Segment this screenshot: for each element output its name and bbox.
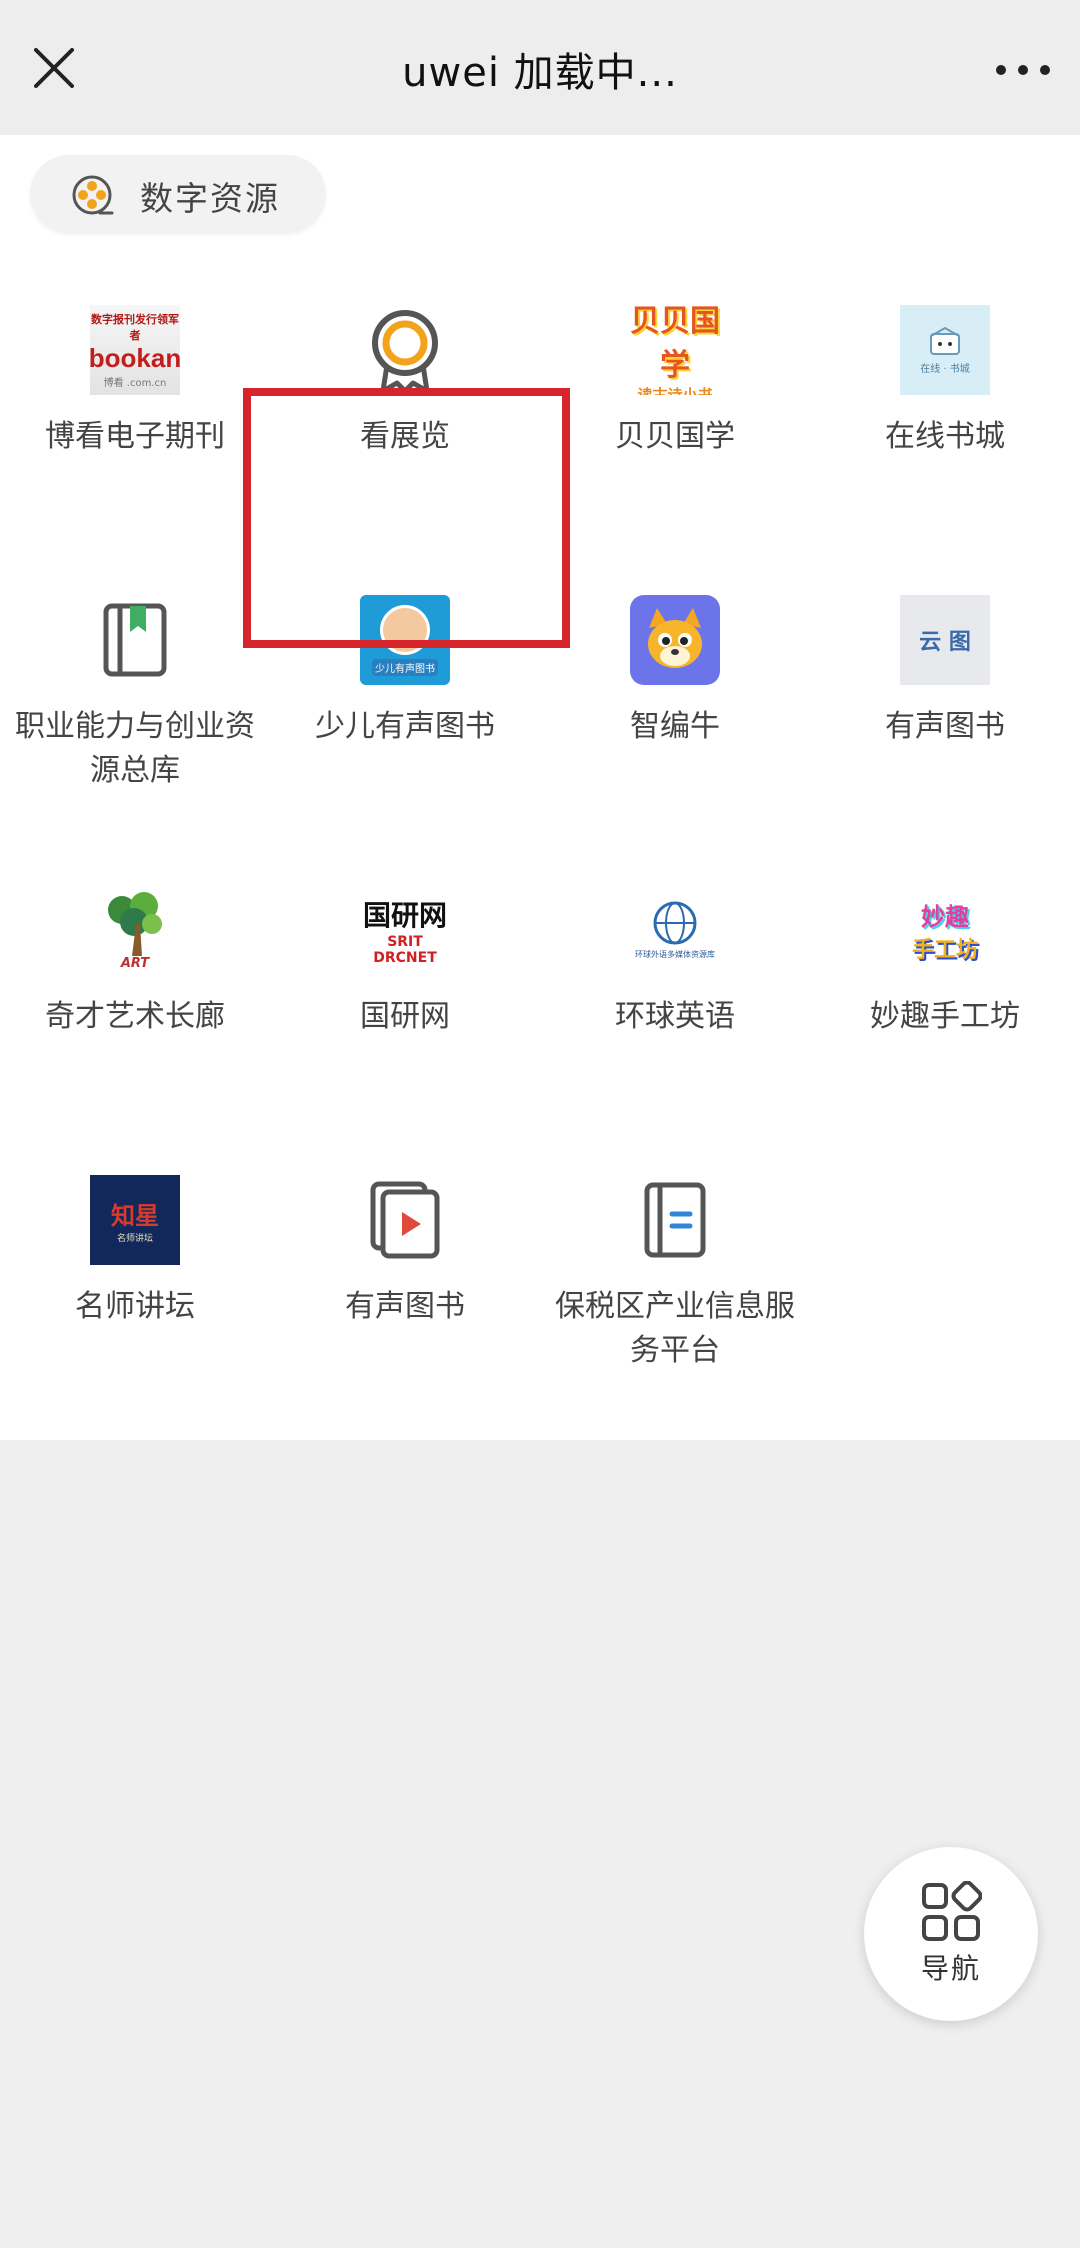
children-audiobooks-thumbnail: 少儿有声图书: [360, 595, 450, 685]
grid-item-label: 看展览: [360, 419, 450, 454]
grid-item-label: 职业能力与创业资源总库: [15, 709, 255, 788]
page-title: uwei 加载中...: [402, 50, 678, 96]
grid-item-label: 有声图书: [885, 709, 1005, 744]
thumb-sub: SRIT DRCNET: [373, 934, 437, 966]
guoyan-thumbnail: 国研网 SRIT DRCNET: [360, 885, 450, 975]
grid-item-children-audiobooks[interactable]: 少儿有声图书 少儿有声图书: [270, 573, 540, 843]
film-reel-icon: [72, 175, 114, 215]
book-icon: [103, 603, 167, 677]
beibei-thumbnail: 贝贝国学 读古诗小书: [630, 305, 720, 395]
grid-item-beibei[interactable]: 贝贝国学 读古诗小书 贝贝国学: [540, 283, 810, 553]
audiobooks-cloud-thumbnail: 云 图: [900, 595, 990, 685]
grid-item-label: 有声图书: [345, 1289, 465, 1324]
career-thumbnail: [90, 595, 180, 685]
bonded-zone-thumbnail: [630, 1175, 720, 1265]
grid-item-label: 妙趣手工坊: [870, 999, 1020, 1034]
thumb-sub: 读古诗小书: [637, 385, 713, 396]
more-button[interactable]: [988, 36, 1058, 100]
document-icon: [644, 1182, 706, 1258]
grid-item-global-english[interactable]: 环球外语多媒体资源库 环球英语: [540, 863, 810, 1133]
thumb-sub: 环球外语多媒体资源库: [635, 950, 715, 959]
thumb-sub: 少儿有声图书: [372, 658, 438, 676]
thumb-title: 贝贝国学: [630, 305, 720, 383]
thumb-sub: 在线 · 书城: [920, 363, 970, 375]
audiobooks-thumbnail: [360, 1175, 450, 1265]
grid-item-crafts[interactable]: 妙趣 手工坊 妙趣手工坊: [810, 863, 1080, 1133]
grid-item-label: 少儿有声图书: [315, 709, 495, 744]
grid-item-label: 贝贝国学: [615, 419, 735, 454]
thumb-title: 云 图: [919, 630, 971, 655]
thumb-title: 数字报刊发行领军者: [91, 313, 179, 342]
grid-item-label: 保税区产业信息服务平台: [555, 1289, 795, 1368]
grid-item-audiobooks-cloud[interactable]: 云 图 有声图书: [810, 573, 1080, 843]
bookstore-icon: [930, 326, 960, 355]
zhibianniu-thumbnail: [630, 595, 720, 685]
exhibition-thumbnail: [360, 305, 450, 395]
grid-item-audiobooks[interactable]: 有声图书: [270, 1153, 540, 1423]
grid-item-guoyan[interactable]: 国研网 SRIT DRCNET 国研网: [270, 863, 540, 1133]
grid-item-qicai-art[interactable]: ART 奇才艺术长廊: [0, 863, 270, 1133]
content-area: 数字资源 数字报刊发行领军者 bookan 博看 .com.cn 博看电子期刊 …: [0, 135, 1080, 1440]
section-chip: 数字资源: [30, 155, 326, 233]
grid-item-label: 奇才艺术长廊: [45, 999, 225, 1034]
section-title: 数字资源: [140, 179, 280, 218]
thumb-sub: ART: [120, 955, 150, 971]
play-book-icon: [370, 1181, 440, 1259]
grid-item-label: 国研网: [360, 999, 450, 1034]
nav-label: 导航: [920, 1952, 981, 1985]
thumb-sub: 博看 .com.cn: [103, 378, 167, 389]
grid-item-master-lectures[interactable]: 知星 名师讲坛 名师讲坛: [0, 1153, 270, 1423]
thumb-title: 妙趣: [921, 902, 969, 931]
grid-item-exhibition[interactable]: 看展览: [270, 283, 540, 553]
grid-item-career[interactable]: 职业能力与创业资源总库: [0, 573, 270, 843]
qicai-art-thumbnail: ART: [90, 885, 180, 975]
thumb-title: 知星: [111, 1202, 159, 1230]
grid-item-label: 在线书城: [885, 419, 1005, 454]
globe-icon: [653, 901, 697, 945]
thumb-sub: 名师讲坛: [116, 1234, 153, 1244]
tree-icon: [108, 891, 162, 956]
medal-icon: [372, 310, 438, 394]
grid-item-bonded-zone[interactable]: 保税区产业信息服务平台: [540, 1153, 810, 1423]
fox-mascot-icon: [648, 608, 702, 668]
online-bookstore-thumbnail: 在线 · 书城: [900, 305, 990, 395]
top-bar: uwei 加载中...: [0, 0, 1080, 135]
thumb-sub: 手工坊: [911, 937, 978, 963]
thumb-title: 国研网: [362, 899, 447, 932]
grid-item-zhibianniu[interactable]: 智编牛: [540, 573, 810, 843]
grid-item-label: 环球英语: [615, 999, 735, 1034]
nav-button[interactable]: 导航: [864, 1847, 1038, 2021]
grid-item-label: 智编牛: [630, 709, 720, 744]
global-english-thumbnail: 环球外语多媒体资源库: [630, 885, 720, 975]
more-icon: [996, 65, 1050, 75]
child-avatar-icon: [380, 604, 430, 655]
grid-item-label: 名师讲坛: [75, 1289, 195, 1324]
master-lectures-thumbnail: 知星 名师讲坛: [90, 1175, 180, 1265]
thumb-brand: bookan: [90, 343, 180, 373]
crafts-thumbnail: 妙趣 手工坊: [900, 885, 990, 975]
bookan-thumbnail: 数字报刊发行领军者 bookan 博看 .com.cn: [90, 305, 180, 395]
grid-item-label: 博看电子期刊: [45, 419, 225, 454]
grid-item-bookan[interactable]: 数字报刊发行领军者 bookan 博看 .com.cn 博看电子期刊: [0, 283, 270, 553]
grid-nav-icon: [922, 1881, 982, 1941]
grid-item-online-bookstore[interactable]: 在线 · 书城 在线书城: [810, 283, 1080, 553]
